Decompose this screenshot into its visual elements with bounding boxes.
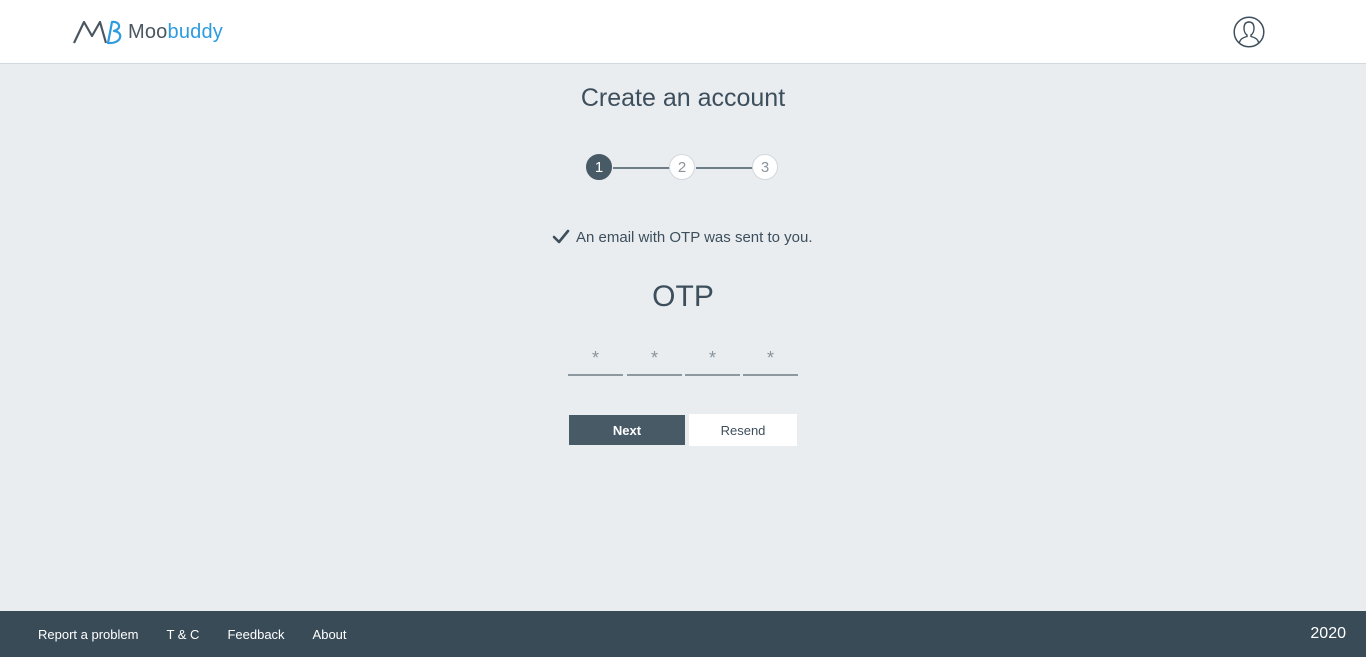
progress-stepper: 1 2 3 bbox=[586, 154, 780, 182]
step-2: 2 bbox=[669, 154, 695, 180]
step-1: 1 bbox=[586, 154, 612, 180]
brand-name-part1: Moo bbox=[128, 21, 168, 43]
footer-link-feedback[interactable]: Feedback bbox=[227, 627, 284, 642]
otp-digit-1[interactable] bbox=[568, 342, 623, 376]
step-connector bbox=[613, 167, 670, 169]
moobuddy-logo[interactable]: Moobuddy bbox=[72, 19, 223, 45]
top-bar: Moobuddy bbox=[0, 0, 1366, 64]
notice-text: An email with OTP was sent to you. bbox=[576, 228, 813, 246]
next-button[interactable]: Next bbox=[569, 415, 685, 445]
brand-name: Moobuddy bbox=[128, 19, 223, 45]
footer-link-terms[interactable]: T & C bbox=[166, 627, 199, 642]
brand-name-part2: buddy bbox=[167, 21, 224, 43]
page-title: Create an account bbox=[580, 84, 786, 112]
check-icon bbox=[552, 229, 570, 244]
step-connector bbox=[696, 167, 753, 169]
footer-link-report-problem[interactable]: Report a problem bbox=[38, 627, 138, 642]
otp-heading: OTP bbox=[652, 280, 714, 313]
resend-button[interactable]: Resend bbox=[689, 414, 797, 446]
otp-input-group bbox=[568, 342, 800, 376]
step-3: 3 bbox=[752, 154, 778, 180]
otp-digit-2[interactable] bbox=[627, 342, 682, 376]
user-account-button[interactable] bbox=[1233, 16, 1265, 48]
footer: Report a problem T & C Feedback About 20… bbox=[0, 611, 1366, 657]
user-outline-icon bbox=[1233, 16, 1265, 48]
footer-link-about[interactable]: About bbox=[313, 627, 347, 642]
footer-links: Report a problem T & C Feedback About bbox=[38, 611, 375, 657]
otp-sent-notice: An email with OTP was sent to you. bbox=[552, 228, 813, 246]
mb-monogram-icon bbox=[73, 20, 122, 45]
footer-year: 2020 bbox=[1310, 625, 1346, 642]
otp-digit-3[interactable] bbox=[685, 342, 740, 376]
otp-digit-4[interactable] bbox=[743, 342, 798, 376]
